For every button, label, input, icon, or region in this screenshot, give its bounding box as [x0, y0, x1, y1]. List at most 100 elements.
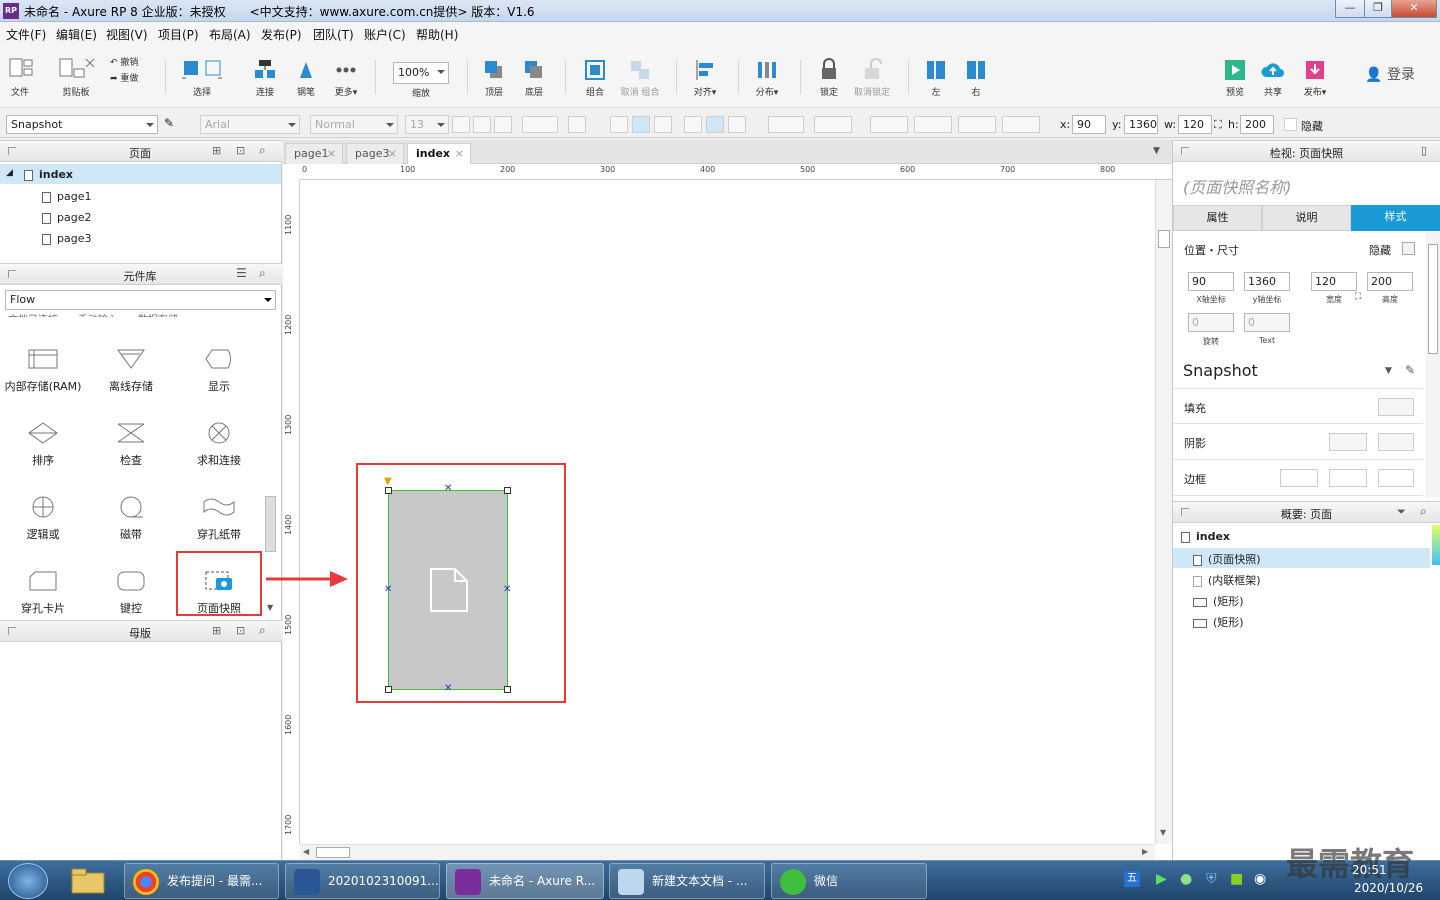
edit-style-icon[interactable]: ✎ — [164, 116, 182, 133]
widget-display[interactable]: 显示 — [179, 348, 259, 394]
valign-bottom-icon[interactable] — [728, 116, 746, 133]
tab-properties[interactable]: 属性 — [1173, 205, 1262, 231]
more-button[interactable]: 更多▾ — [330, 58, 362, 98]
inner-shadow-picker[interactable] — [1378, 433, 1414, 451]
menu-team[interactable]: 团队(T) — [313, 26, 354, 43]
widget-name-input[interactable]: (页面快照名称) — [1183, 174, 1292, 198]
tab-page3[interactable]: page3 × — [346, 143, 404, 164]
menu-account[interactable]: 账户(C) — [364, 26, 406, 43]
menu-edit[interactable]: 编辑(E) — [56, 26, 97, 43]
widget-summing-junction[interactable]: 求和连接 — [179, 422, 259, 468]
page-item-page3[interactable]: page3 — [42, 232, 91, 245]
page-snapshot-widget[interactable] — [388, 490, 508, 690]
font-color-icon[interactable] — [522, 116, 558, 133]
task-chrome[interactable]: 发布提问 - 最需... — [124, 863, 279, 899]
line-color-icon[interactable] — [870, 116, 908, 133]
shadow-icon[interactable] — [814, 116, 852, 133]
outer-shadow-picker[interactable] — [1329, 433, 1367, 451]
page-item-index[interactable]: ◢ index — [0, 164, 281, 184]
maximize-icon[interactable]: ❐ — [1364, 0, 1392, 18]
add-folder-icon[interactable]: ⊡ — [236, 624, 245, 637]
nvidia-icon[interactable]: ■ — [1230, 871, 1243, 887]
widget-check[interactable]: 检查 — [91, 422, 171, 468]
widget-punched-tape[interactable]: 穿孔纸带 — [179, 496, 259, 542]
edit-style-icon[interactable]: ✎ — [1405, 363, 1415, 377]
tab-style[interactable]: 样式 — [1351, 205, 1440, 231]
resize-handle[interactable]: ✕ — [444, 483, 452, 494]
close-icon[interactable]: ✕ — [1391, 0, 1437, 18]
resize-handle[interactable] — [385, 487, 392, 494]
task-word[interactable]: 2020102310091... — [285, 863, 440, 899]
valign-top-icon[interactable] — [684, 116, 702, 133]
canvas-hscrollbar[interactable]: ◀ ▶ — [300, 844, 1155, 860]
wechat-tray-icon[interactable]: ● — [1180, 871, 1192, 887]
scroll-down-icon[interactable]: ▼ — [1160, 828, 1166, 837]
menu-publish[interactable]: 发布(P) — [261, 26, 302, 43]
width-input[interactable]: 120 — [1311, 272, 1357, 291]
valign-middle-icon[interactable] — [706, 116, 724, 133]
group-button[interactable]: 组合 — [580, 58, 610, 98]
minimize-icon[interactable]: — — [1335, 0, 1365, 18]
resize-handle[interactable] — [504, 487, 511, 494]
ime-icon[interactable]: 五 — [1124, 871, 1140, 887]
widget-internal-storage[interactable]: 内部存储(RAM) — [3, 348, 83, 394]
h-input[interactable]: 200 — [1240, 115, 1274, 134]
qq-icon[interactable]: ◉ — [1254, 871, 1266, 887]
media-icon[interactable]: ▶ — [1156, 871, 1167, 887]
preview-button[interactable]: 预览 — [1220, 58, 1250, 98]
resize-handle[interactable] — [504, 686, 511, 693]
search-icon[interactable]: ⌕ — [259, 266, 266, 281]
rotate-input[interactable]: 0 — [1188, 313, 1234, 332]
y-input[interactable]: 1360 — [1124, 115, 1158, 134]
bring-to-top-button[interactable]: 顶层 — [480, 58, 508, 98]
scroll-left-icon[interactable]: ◀ — [303, 847, 309, 856]
outline-scrollbar[interactable] — [1432, 525, 1440, 565]
add-folder-icon[interactable]: ⊡ — [236, 144, 245, 157]
italic-icon[interactable] — [473, 116, 491, 133]
vscroll-thumb[interactable] — [1158, 230, 1170, 248]
zoom-select[interactable]: 100% — [393, 62, 449, 84]
lock-ratio-icon[interactable]: ⛶ — [1214, 118, 1222, 132]
outline-item-rect-1[interactable]: (矩形) — [1193, 593, 1244, 609]
resize-handle[interactable] — [385, 686, 392, 693]
connect-button[interactable]: 连接 — [250, 58, 280, 98]
library-select[interactable]: Flow — [5, 290, 276, 310]
align-left-icon[interactable] — [610, 116, 628, 133]
send-to-bottom-button[interactable]: 底层 — [520, 58, 548, 98]
publish-button[interactable]: 发布▾ — [1298, 58, 1332, 98]
widget-tape[interactable]: 磁带 — [91, 496, 171, 542]
search-icon[interactable]: ⌕ — [259, 623, 266, 638]
widget-offline-storage[interactable]: 离线存储 — [91, 348, 171, 394]
font-weight-select[interactable]: Normal — [310, 115, 398, 134]
underline-icon[interactable] — [494, 116, 512, 133]
widget-keyed[interactable]: 键控 — [91, 570, 171, 616]
lock-ratio-icon[interactable]: ⛶ — [1355, 292, 1361, 302]
text-rotate-input[interactable]: 0 — [1244, 313, 1290, 332]
login-button[interactable]: 👤 登录 — [1362, 64, 1418, 84]
outline-root[interactable]: index — [1181, 530, 1230, 543]
menu-help[interactable]: 帮助(H) — [416, 26, 458, 43]
fill-color-icon[interactable] — [768, 116, 804, 133]
ungroup-button[interactable]: 取消 组合 — [618, 58, 662, 98]
start-button[interactable] — [8, 863, 48, 899]
menu-layout[interactable]: 布局(A) — [209, 26, 251, 43]
share-button[interactable]: 共享 — [1258, 58, 1288, 98]
menu-project[interactable]: 项目(P) — [158, 26, 199, 43]
explorer-icon[interactable] — [70, 865, 110, 897]
file-button[interactable]: 文件 — [6, 56, 34, 98]
search-icon[interactable]: ⌕ — [1420, 504, 1427, 519]
task-notepad[interactable]: 新建文本文档 - ... — [609, 863, 765, 899]
resize-handle[interactable]: ✕ — [444, 683, 452, 694]
undo-button[interactable]: ↶ 撤销 — [110, 55, 152, 68]
border-pattern-picker[interactable] — [1378, 469, 1414, 487]
style-select[interactable]: Snapshot — [6, 115, 158, 134]
menu-icon[interactable]: ☰ — [236, 266, 247, 280]
border-color-picker[interactable] — [1329, 469, 1367, 487]
add-master-icon[interactable]: ⊞ — [212, 624, 221, 637]
menu-view[interactable]: 视图(V) — [106, 26, 148, 43]
pen-button[interactable]: 钢笔 — [291, 58, 321, 98]
align-right-icon[interactable] — [654, 116, 672, 133]
tab-notes[interactable]: 说明 — [1262, 205, 1351, 231]
tab-page1[interactable]: page1 × — [285, 143, 343, 164]
border-weight-picker[interactable] — [1280, 469, 1318, 487]
